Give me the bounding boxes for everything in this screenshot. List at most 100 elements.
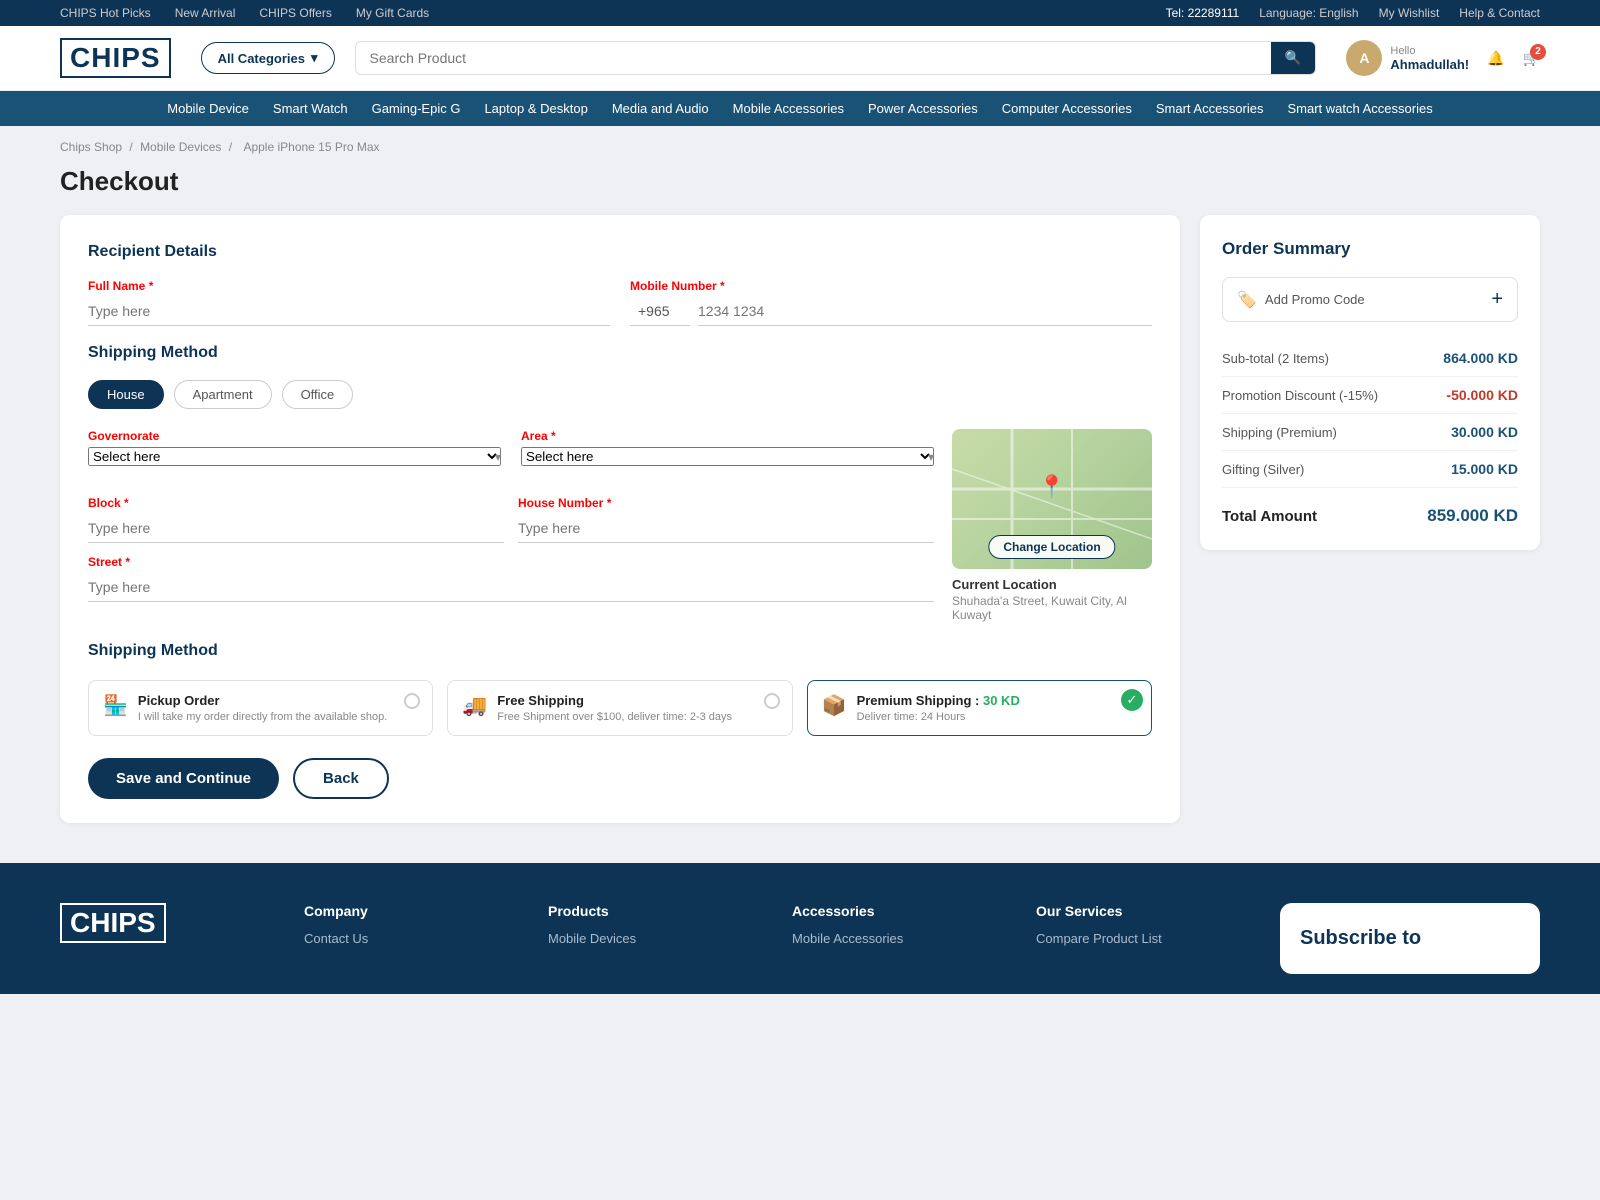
categories-button[interactable]: All Categories ▾ — [201, 42, 335, 74]
top-bar-wishlist[interactable]: My Wishlist — [1379, 6, 1440, 20]
phone-group: +965 — [630, 297, 1152, 326]
subscribe-title: Subscribe to — [1300, 927, 1520, 950]
nav-power[interactable]: Power Accessories — [868, 101, 978, 116]
pickup-title: Pickup Order — [138, 693, 418, 708]
nav-smart-acc[interactable]: Smart Accessories — [1156, 101, 1264, 116]
nav-smartwatch-acc[interactable]: Smart watch Accessories — [1288, 101, 1433, 116]
free-shipping-icon: 🚚 — [462, 693, 487, 718]
bell-icon[interactable]: 🔔 — [1487, 50, 1504, 67]
search-input[interactable] — [356, 42, 1271, 74]
promo-label: Add Promo Code — [1265, 292, 1491, 307]
delivery-card-premium[interactable]: 📦 Premium Shipping : 30 KD Deliver time:… — [807, 680, 1152, 736]
top-bar-link-newarrival[interactable]: New Arrival — [175, 6, 236, 20]
recipient-details-title: Recipient Details — [88, 243, 1152, 261]
promo-row[interactable]: 🏷️ Add Promo Code + — [1222, 277, 1518, 322]
shipping-tabs: House Apartment Office — [88, 380, 1152, 409]
nav-computer-acc[interactable]: Computer Accessories — [1002, 101, 1132, 116]
current-location: Current Location Shuhada'a Street, Kuwai… — [952, 577, 1152, 622]
order-summary: Order Summary 🏷️ Add Promo Code + Sub-to… — [1200, 215, 1540, 550]
governorate-label: Governorate — [88, 429, 501, 443]
shipping-method-title: Shipping Method — [88, 344, 1152, 362]
free-shipping-title: Free Shipping — [497, 693, 777, 708]
header: CHIPS All Categories ▾ 🔍 A Hello Ahmadul… — [0, 26, 1600, 91]
footer-company-title: Company — [304, 903, 508, 919]
change-location-button[interactable]: Change Location — [988, 535, 1115, 559]
tab-office[interactable]: Office — [282, 380, 354, 409]
search-icon: 🔍 — [1285, 50, 1302, 65]
user-name: Ahmadullah! — [1390, 57, 1469, 72]
block-house-row: Block * House Number * — [88, 496, 934, 543]
top-bar-link-giftcards[interactable]: My Gift Cards — [356, 6, 429, 20]
top-bar-tel: Tel: 22289111 — [1166, 6, 1240, 20]
tab-apartment[interactable]: Apartment — [174, 380, 272, 409]
user-greeting: Hello — [1390, 45, 1469, 57]
gov-area-row: Governorate Select here ▾ Area * — [88, 429, 934, 466]
main-nav: Mobile Device Smart Watch Gaming-Epic G … — [0, 91, 1600, 126]
cart-icon[interactable]: 🛒 2 — [1523, 50, 1540, 67]
header-icons: A Hello Ahmadullah! 🔔 🛒 2 — [1346, 40, 1540, 76]
block-input[interactable] — [88, 514, 504, 543]
full-name-group: Full Name * — [88, 279, 610, 326]
top-bar-right: Tel: 22289111 Language: English My Wishl… — [1166, 6, 1540, 20]
delivery-title: Shipping Method — [88, 642, 1152, 660]
footer-mobile-acc-link[interactable]: Mobile Accessories — [792, 931, 996, 946]
street-input[interactable] — [88, 573, 934, 602]
premium-title: Premium Shipping : 30 KD — [857, 693, 1137, 708]
summary-line-gifting: Gifting (Silver) 15.000 KD — [1222, 451, 1518, 488]
footer-accessories-title: Accessories — [792, 903, 996, 919]
action-buttons: Save and Continue Back — [88, 758, 1152, 799]
full-name-input[interactable] — [88, 297, 610, 326]
footer-mobile-devices-link[interactable]: Mobile Devices — [548, 931, 752, 946]
top-bar-help[interactable]: Help & Contact — [1459, 6, 1540, 20]
delivery-card-pickup[interactable]: 🏪 Pickup Order I will take my order dire… — [88, 680, 433, 736]
checkout-layout: Recipient Details Full Name * Mobile Num… — [0, 215, 1600, 863]
mobile-group: Mobile Number * +965 — [630, 279, 1152, 326]
footer-contact-link[interactable]: Contact Us — [304, 931, 508, 946]
nav-smart-watch[interactable]: Smart Watch — [273, 101, 348, 116]
page-title: Checkout — [0, 160, 1600, 215]
address-fields: Governorate Select here ▾ Area * — [88, 429, 934, 622]
premium-desc: Deliver time: 24 Hours — [857, 711, 1137, 723]
nav-mobile-acc[interactable]: Mobile Accessories — [733, 101, 844, 116]
breadcrumb-mobile[interactable]: Mobile Devices — [140, 140, 221, 154]
premium-price: 30 KD — [983, 693, 1020, 708]
street-group: Street * — [88, 555, 934, 622]
footer: CHIPS Company Contact Us Products Mobile… — [0, 863, 1600, 994]
current-location-address: Shuhada'a Street, Kuwait City, Al Kuwayt — [952, 594, 1127, 622]
nav-laptop[interactable]: Laptop & Desktop — [484, 101, 587, 116]
promo-plus-icon: + — [1491, 288, 1503, 311]
nav-media[interactable]: Media and Audio — [612, 101, 709, 116]
house-number-group: House Number * — [518, 496, 934, 543]
back-button[interactable]: Back — [293, 758, 389, 799]
current-location-title: Current Location — [952, 577, 1152, 592]
phone-input[interactable] — [698, 297, 1152, 326]
footer-compare-link[interactable]: Compare Product List — [1036, 931, 1240, 946]
footer-grid: CHIPS Company Contact Us Products Mobile… — [60, 903, 1540, 974]
summary-line-subtotal: Sub-total (2 Items) 864.000 KD — [1222, 340, 1518, 377]
footer-accessories-col: Accessories Mobile Accessories — [792, 903, 996, 974]
delivery-card-free[interactable]: 🚚 Free Shipping Free Shipment over $100,… — [447, 680, 792, 736]
logo[interactable]: CHIPS — [60, 38, 171, 78]
order-summary-title: Order Summary — [1222, 239, 1518, 259]
user-text: Hello Ahmadullah! — [1390, 45, 1469, 72]
area-select[interactable]: Select here — [521, 447, 934, 466]
map-pin-icon: 📍 — [1038, 474, 1065, 500]
top-bar-link-hotpicks[interactable]: CHIPS Hot Picks — [60, 6, 151, 20]
pickup-icon: 🏪 — [103, 693, 128, 718]
top-bar-link-offers[interactable]: CHIPS Offers — [259, 6, 331, 20]
save-continue-button[interactable]: Save and Continue — [88, 758, 279, 799]
phone-prefix: +965 — [630, 297, 690, 326]
free-shipping-radio[interactable] — [764, 693, 780, 709]
footer-services-col: Our Services Compare Product List — [1036, 903, 1240, 974]
top-bar-language[interactable]: Language: English — [1259, 6, 1358, 20]
nav-mobile-device[interactable]: Mobile Device — [167, 101, 249, 116]
search-button[interactable]: 🔍 — [1271, 42, 1316, 74]
house-number-input[interactable] — [518, 514, 934, 543]
breadcrumb-chips[interactable]: Chips Shop — [60, 140, 122, 154]
governorate-select[interactable]: Select here — [88, 447, 501, 466]
house-number-label: House Number * — [518, 496, 934, 510]
summary-line-shipping: Shipping (Premium) 30.000 KD — [1222, 414, 1518, 451]
tab-house[interactable]: House — [88, 380, 164, 409]
nav-gaming[interactable]: Gaming-Epic G — [372, 101, 461, 116]
governorate-group: Governorate Select here ▾ — [88, 429, 501, 466]
